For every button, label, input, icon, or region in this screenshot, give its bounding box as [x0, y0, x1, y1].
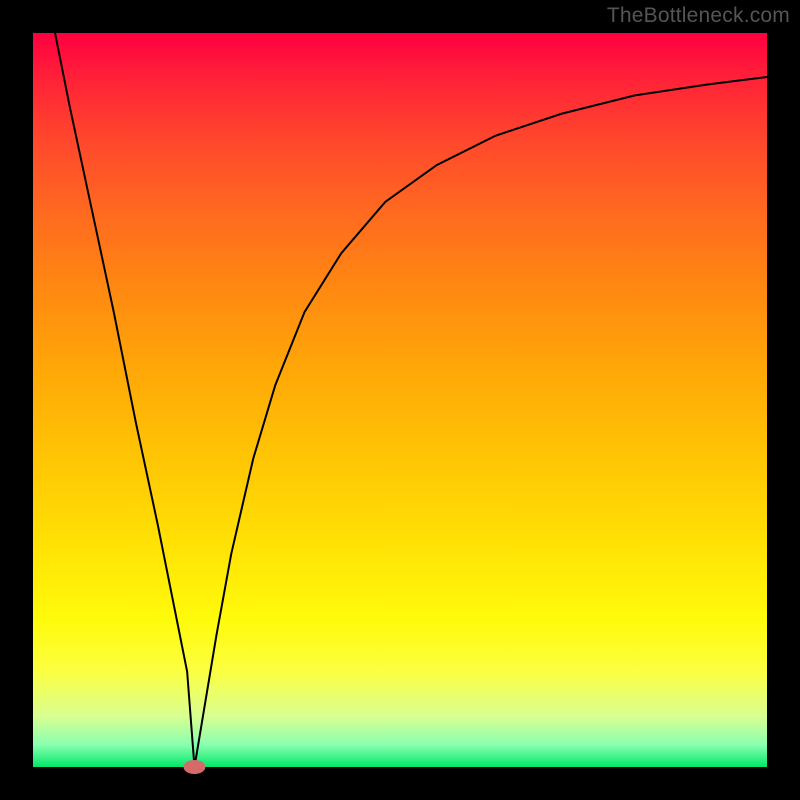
chart-frame: TheBottleneck.com: [0, 0, 800, 800]
watermark-label: TheBottleneck.com: [607, 4, 790, 28]
chart-svg: [33, 33, 767, 767]
bottleneck-curve: [55, 33, 767, 767]
minimum-marker: [183, 760, 205, 774]
plot-area: [33, 33, 767, 767]
